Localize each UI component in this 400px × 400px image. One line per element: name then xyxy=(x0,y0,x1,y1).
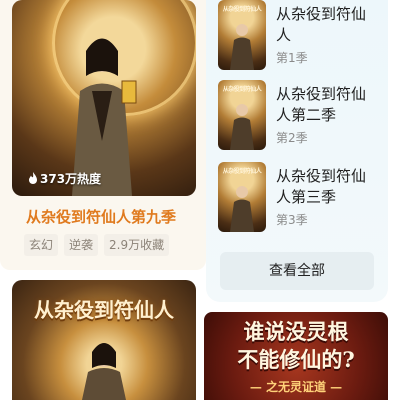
featured-book-cover[interactable]: 373万热度 xyxy=(12,0,196,196)
season-title: 从杂役到符仙人 xyxy=(276,5,367,44)
view-all-button[interactable]: 查看全部 xyxy=(220,252,374,290)
cover-figure xyxy=(82,343,126,400)
season-number: 第3季 xyxy=(276,213,308,227)
season-thumbnail: 从杂役到符仙人 xyxy=(218,80,266,150)
season-item[interactable]: 从杂役到符仙人 从杂役到符仙人第二季 第2季 xyxy=(218,80,384,154)
tag-genre[interactable]: 玄幻 xyxy=(24,234,59,256)
promo-title-line2: 不能修仙的? xyxy=(237,347,355,372)
tag-list: 玄幻 逆袭 2.9万收藏 xyxy=(24,234,170,256)
thumb-title: 从杂役到符仙人 xyxy=(222,168,262,175)
tag-favorites: 2.9万收藏 xyxy=(104,234,170,256)
season-title: 从杂役到符仙人第三季 xyxy=(276,167,367,206)
flame-icon xyxy=(29,172,37,184)
season-thumbnail: 从杂役到符仙人 xyxy=(218,162,266,232)
promo-subtitle: — 之无灵证道 — xyxy=(249,380,343,394)
season-thumbnail: 从杂役到符仙人 xyxy=(218,0,266,70)
promo-title-line1: 谁说没灵根 xyxy=(243,319,349,344)
featured-book-title[interactable]: 从杂役到符仙人第九季 xyxy=(26,206,196,227)
season-number: 第2季 xyxy=(276,131,308,145)
book-cover-card[interactable]: 从杂役到符仙人 xyxy=(12,280,196,400)
season-list-card: 从杂役到符仙人 从杂役到符仙人 第1季 从杂役到符仙人 从杂役到符仙人第二季 第… xyxy=(206,0,388,302)
cover-title: 从杂役到符仙人 xyxy=(34,298,174,322)
heat-badge: 373万热度 xyxy=(28,168,101,188)
season-title: 从杂役到符仙人第二季 xyxy=(276,85,367,124)
season-number: 第1季 xyxy=(276,51,308,65)
promo-cover-card[interactable]: 谁说没灵根 不能修仙的? — 之无灵证道 — xyxy=(204,312,388,400)
featured-book-card[interactable]: 373万热度 从杂役到符仙人第九季 玄幻 逆袭 2.9万收藏 xyxy=(0,0,206,270)
tag-theme[interactable]: 逆袭 xyxy=(64,234,99,256)
season-item[interactable]: 从杂役到符仙人 从杂役到符仙人 第1季 xyxy=(218,0,384,74)
heat-count: 373万热度 xyxy=(40,171,102,186)
thumb-title: 从杂役到符仙人 xyxy=(222,86,262,93)
thumb-title: 从杂役到符仙人 xyxy=(222,6,262,13)
season-item[interactable]: 从杂役到符仙人 从杂役到符仙人第三季 第3季 xyxy=(218,162,384,236)
